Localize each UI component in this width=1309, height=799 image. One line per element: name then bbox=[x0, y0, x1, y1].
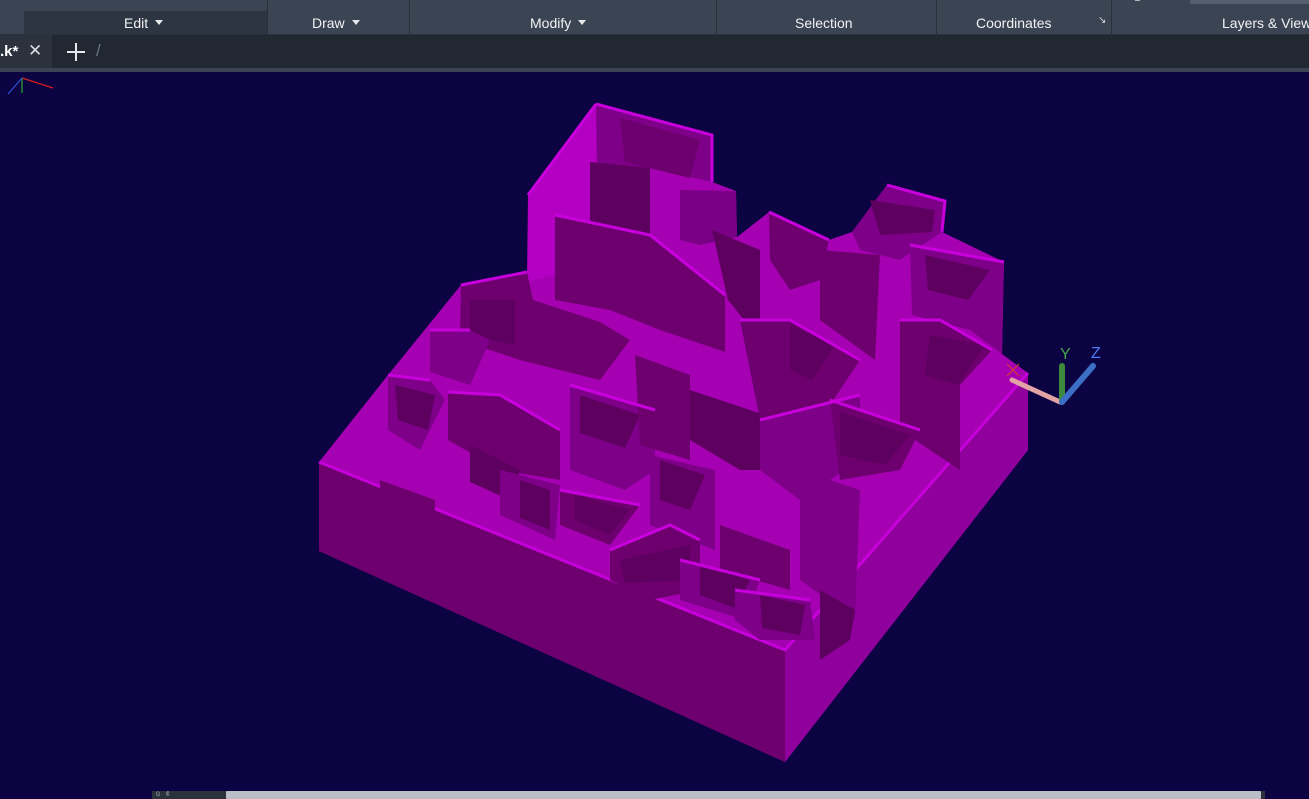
ucs-z-label: Z bbox=[1091, 345, 1101, 362]
ribbon-divider bbox=[716, 0, 717, 34]
model-canvas: Y Z bbox=[7, 77, 1101, 762]
chevron-down-icon bbox=[578, 19, 587, 25]
dialog-launcher-icon[interactable]: ↘ bbox=[1098, 15, 1106, 26]
file-tab[interactable]: .k* ✕ bbox=[0, 35, 52, 68]
ribbon-panel-modify-button[interactable]: Modify bbox=[530, 13, 587, 33]
ribbon-divider bbox=[267, 0, 268, 34]
drawing-viewport[interactable]: Y Z bbox=[0, 72, 1309, 799]
tab-divider: / bbox=[96, 41, 101, 60]
viewcube-corner-indicator[interactable] bbox=[7, 77, 54, 95]
ribbon-panel-draw-button[interactable]: Draw bbox=[312, 13, 360, 33]
ribbon-control-edge[interactable] bbox=[1135, 0, 1140, 1]
file-tab-label: .k* bbox=[0, 43, 19, 60]
plus-icon[interactable] bbox=[66, 42, 86, 62]
ribbon-panel-modify-label: Modify bbox=[530, 15, 572, 31]
ribbon-divider bbox=[936, 0, 937, 34]
ribbon-panel-selection-label: Selection bbox=[795, 15, 853, 31]
close-icon[interactable]: ✕ bbox=[28, 41, 42, 61]
file-tab-bar: .k* ✕ / bbox=[0, 35, 1309, 68]
ribbon-panel-layers-view-button[interactable]: Layers & View bbox=[1222, 13, 1309, 33]
ribbon-panel-selection-button[interactable]: Selection bbox=[795, 13, 853, 33]
scrollbar-thumb[interactable] bbox=[226, 791, 1261, 799]
scrollbar-left-buttons[interactable]: ü ¢ bbox=[156, 791, 216, 799]
ribbon-panel-bar: Edit Draw Modify Selection Coordinates ↘… bbox=[0, 0, 1309, 35]
ucs-y-label: Y bbox=[1060, 346, 1071, 363]
ribbon-panel-draw-label: Draw bbox=[312, 15, 345, 31]
chevron-down-icon bbox=[351, 19, 360, 25]
ribbon-panel-edit-label: Edit bbox=[124, 15, 149, 31]
horizontal-scrollbar[interactable]: ü ¢ bbox=[152, 791, 1265, 799]
ribbon-panel-coordinates-button[interactable]: Coordinates bbox=[976, 13, 1052, 33]
ribbon-panel-edit-button[interactable]: Edit bbox=[124, 13, 164, 33]
ribbon-input-edge[interactable] bbox=[1190, 0, 1309, 4]
solid-model[interactable] bbox=[318, 102, 1030, 762]
ribbon-panel-coordinates-label: Coordinates bbox=[976, 15, 1052, 31]
chevron-down-icon bbox=[155, 19, 164, 25]
ribbon-divider bbox=[1111, 0, 1112, 34]
ribbon-panel-layers-view-label: Layers & View bbox=[1222, 15, 1309, 31]
ribbon-divider bbox=[409, 0, 410, 34]
